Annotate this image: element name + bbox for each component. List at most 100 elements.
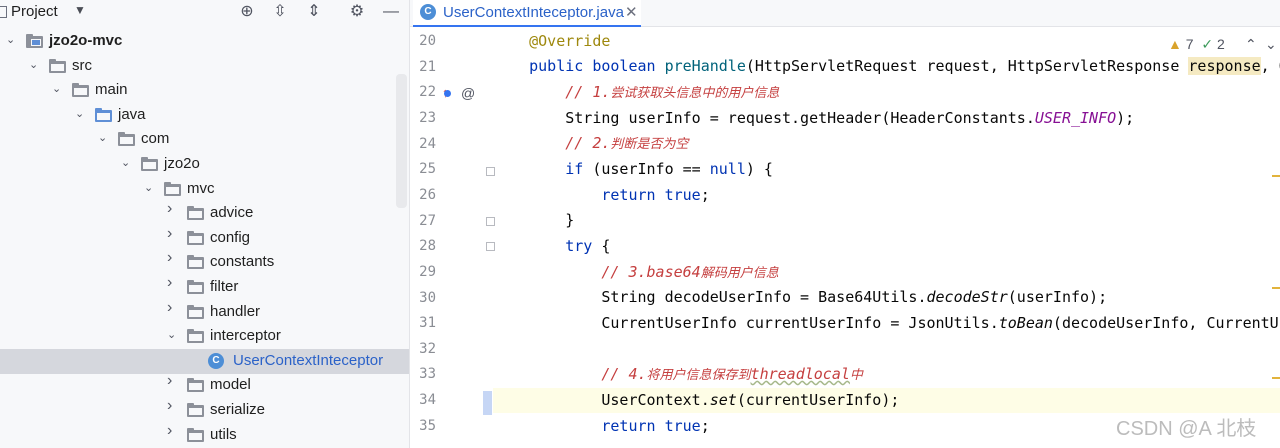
tree-item-model[interactable]: › model bbox=[0, 373, 409, 398]
tree-item-constants[interactable]: › constants bbox=[0, 250, 409, 275]
tab-user-context-inteceptor[interactable]: C UserContextInteceptor.java ✕ bbox=[413, 0, 641, 27]
class-icon: C bbox=[208, 352, 224, 369]
inspection-widget[interactable]: ▲ 7 ✓ 2 bbox=[1168, 36, 1225, 56]
project-title[interactable]: Project bbox=[11, 3, 58, 20]
collapse-all-icon[interactable]: ⇕ bbox=[304, 2, 324, 22]
tree-item-label: config bbox=[210, 228, 251, 246]
tree-item-serialize[interactable]: › serialize bbox=[0, 398, 409, 423]
warning-stripe[interactable] bbox=[1272, 175, 1280, 177]
chevron-right-icon[interactable]: › bbox=[167, 422, 177, 438]
package-icon bbox=[187, 230, 204, 245]
package-icon bbox=[187, 304, 204, 319]
line-number: 34 bbox=[419, 392, 436, 409]
tree-item-interceptor[interactable]: ⌄ interceptor bbox=[0, 324, 409, 349]
tree-item-label: UserContextInteceptor bbox=[233, 351, 384, 369]
tree-item-advice[interactable]: › advice bbox=[0, 201, 409, 226]
line-number: 35 bbox=[419, 417, 436, 434]
package-icon bbox=[141, 157, 158, 171]
code-line-30: String decodeUserInfo = Base64Utils.deco… bbox=[601, 288, 1108, 306]
code-line-25: if (userInfo == null) { bbox=[565, 160, 773, 178]
package-icon bbox=[187, 378, 204, 393]
tree-item-utils[interactable]: › utils bbox=[0, 422, 409, 448]
crosshair-icon[interactable]: ⊕ bbox=[237, 2, 257, 22]
package-icon bbox=[118, 132, 135, 147]
line-number: 32 bbox=[419, 340, 436, 357]
line-number: 22 bbox=[419, 84, 436, 101]
tree-item-label: serialize bbox=[210, 401, 266, 418]
tree-item-label: main bbox=[95, 81, 128, 99]
chevron-down-icon[interactable]: ⌄ bbox=[167, 328, 177, 342]
line-number: 28 bbox=[419, 238, 436, 255]
close-icon[interactable]: ✕ bbox=[625, 3, 638, 21]
code-line-27: } bbox=[565, 211, 575, 229]
code-line-33: // 4.将用户信息保存到threadlocal中 bbox=[601, 365, 863, 383]
chevron-down-icon[interactable]: ⌄ bbox=[29, 58, 39, 72]
chevron-down-icon[interactable]: ⌄ bbox=[1265, 36, 1277, 53]
tree-item-usercontextinteceptor[interactable]: C UserContextInteceptor bbox=[0, 348, 409, 374]
package-icon bbox=[187, 329, 204, 344]
chevron-right-icon[interactable]: › bbox=[167, 250, 177, 266]
annotation-icon[interactable]: @ bbox=[461, 85, 475, 101]
code-line-34: UserContext.set(currentUserInfo); bbox=[493, 388, 1280, 413]
minimize-icon[interactable]: — bbox=[381, 2, 401, 22]
line-gutter[interactable]: 20212223242526272829303132333435 ↑ @ bbox=[410, 27, 495, 448]
tree-item-label: filter bbox=[210, 278, 239, 295]
tree-item-label: advice bbox=[210, 204, 254, 222]
chevron-right-icon[interactable]: › bbox=[167, 201, 177, 217]
expand-all-icon[interactable]: ⇳ bbox=[270, 2, 290, 22]
triangle-down-icon[interactable]: ▼ bbox=[74, 3, 86, 17]
tree-item-jzo2o-mvc[interactable]: ⌄ jzo2o-mvc bbox=[0, 29, 409, 54]
gear-icon[interactable]: ⚙ bbox=[347, 2, 367, 22]
chevron-up-icon[interactable]: ⌃ bbox=[1245, 36, 1257, 53]
tree-item-src[interactable]: ⌄ src bbox=[0, 54, 409, 79]
line-number: 25 bbox=[419, 161, 436, 178]
chevron-down-icon[interactable]: ⌄ bbox=[6, 33, 16, 47]
tree-item-main[interactable]: ⌄ main bbox=[0, 78, 409, 103]
folder-icon bbox=[95, 107, 112, 122]
package-icon bbox=[187, 427, 204, 442]
line-number: 21 bbox=[419, 58, 436, 75]
tree-item-label: jzo2o-mvc bbox=[49, 32, 123, 49]
tree-item-label: jzo2o bbox=[164, 155, 200, 172]
tree-item-label: utils bbox=[210, 425, 237, 443]
tree-item-filter[interactable]: › filter bbox=[0, 275, 409, 300]
class-icon: C bbox=[420, 4, 436, 20]
vcs-change-marker[interactable] bbox=[483, 391, 492, 415]
line-number: 33 bbox=[419, 366, 436, 383]
chevron-right-icon[interactable]: › bbox=[167, 275, 177, 291]
tree-item-config[interactable]: › config bbox=[0, 225, 409, 251]
line-number: 23 bbox=[419, 109, 436, 126]
tree-scrollbar[interactable] bbox=[396, 74, 407, 208]
tree-item-handler[interactable]: › handler bbox=[0, 299, 409, 325]
chevron-down-icon[interactable]: ⌄ bbox=[144, 181, 154, 195]
code-area[interactable]: @Override public boolean preHandle(HttpS… bbox=[493, 27, 1280, 448]
warning-stripe[interactable] bbox=[1272, 287, 1280, 289]
folder-icon bbox=[49, 58, 66, 73]
tree-item-label: src bbox=[72, 56, 92, 74]
tree-item-mvc[interactable]: ⌄ mvc bbox=[0, 177, 409, 202]
chevron-down-icon[interactable]: ⌄ bbox=[98, 131, 108, 145]
tree-item-jzo2o[interactable]: ⌄ jzo2o bbox=[0, 152, 409, 177]
package-icon bbox=[187, 255, 204, 270]
chevron-down-icon[interactable]: ⌄ bbox=[121, 156, 131, 170]
line-number: 26 bbox=[419, 186, 436, 203]
tree-item-java[interactable]: ⌄ java bbox=[0, 103, 409, 128]
tree-item-com[interactable]: ⌄ com bbox=[0, 127, 409, 152]
package-icon bbox=[187, 280, 204, 294]
line-number: 29 bbox=[419, 263, 436, 280]
code-line-22: // 1.尝试获取头信息中的用户信息 bbox=[565, 83, 780, 101]
chevron-down-icon[interactable]: ⌄ bbox=[52, 82, 62, 96]
folder-icon bbox=[72, 83, 89, 98]
tree-item-label: interceptor bbox=[210, 327, 281, 345]
warning-stripe[interactable] bbox=[1272, 377, 1280, 379]
code-line-23: String userInfo = request.getHeader(Head… bbox=[565, 109, 1135, 127]
chevron-right-icon[interactable]: › bbox=[167, 299, 177, 315]
chevron-right-icon[interactable]: › bbox=[167, 398, 177, 414]
code-editor: C UserContextInteceptor.java ✕ 20 21 22 23 2… bbox=[409, 0, 1280, 448]
chevron-down-icon[interactable]: ⌄ bbox=[75, 107, 85, 121]
tree-item-label: model bbox=[210, 376, 251, 394]
chevron-right-icon[interactable]: › bbox=[167, 373, 177, 389]
chevron-right-icon[interactable]: › bbox=[167, 225, 177, 241]
package-icon bbox=[187, 206, 204, 221]
